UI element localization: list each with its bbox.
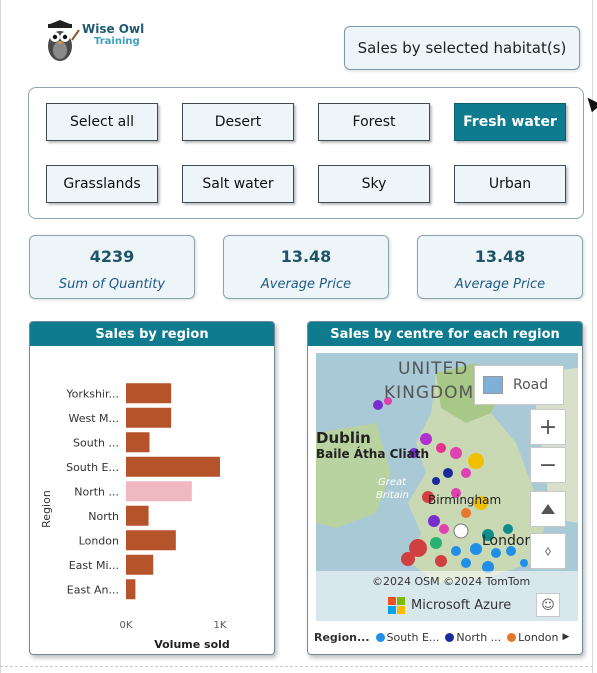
legend-label-north[interactable]: North ... (456, 631, 501, 644)
map-place-label-great: Great (378, 477, 407, 488)
sales-by-centre-map-panel: Sales by centre for each region UNITED K… (307, 321, 583, 655)
road-map-icon (483, 376, 503, 394)
bar-category-label: Yorkshir... (65, 387, 119, 400)
legend-dot-north (445, 632, 455, 642)
bar-category-label: West M... (68, 412, 119, 425)
panel-title: Sales by centre for each region (308, 322, 582, 346)
road-style-button[interactable]: Road (474, 365, 564, 405)
bar-0[interactable] (126, 383, 172, 404)
legend-title: Region... (314, 630, 370, 644)
bar-1[interactable] (126, 407, 172, 428)
slicer-button-urban[interactable]: Urban (454, 165, 566, 203)
owl-icon (48, 20, 80, 61)
map-view[interactable]: UNITED KINGDOM Dublin Baile Átha Cliath … (316, 353, 578, 621)
bar-8[interactable] (126, 579, 136, 600)
bar-5[interactable] (126, 505, 149, 526)
smiley-icon: ☺ (541, 597, 555, 613)
microsoft-azure-logo: Microsoft Azure (388, 597, 511, 614)
kpi-card-sum-quantity: 4239 Sum of Quantity (29, 235, 195, 299)
slicer-button-fresh-water[interactable]: Fresh water (454, 103, 566, 141)
pitch-icon (541, 504, 555, 514)
mouse-pointer-icon (582, 93, 597, 113)
bar-category-label: London (79, 534, 119, 547)
kpi-label: Sum of Quantity (58, 277, 166, 292)
slicer-button-forest[interactable]: Forest (318, 103, 430, 141)
legend-dot-south-east (375, 632, 385, 642)
map-place-label-birmingham: Birmingham (428, 493, 502, 507)
slicer-button-grasslands[interactable]: Grasslands (46, 165, 158, 203)
wise-owl-logo: Wise Owl Training (44, 20, 154, 66)
legend-label-south-east[interactable]: South E... (387, 631, 440, 644)
sales-by-region-chart: Region Volume sold Yorkshir... West M... S… (40, 383, 230, 651)
slicer-button-desert[interactable]: Desert (182, 103, 294, 141)
bar-category-label: East An... (67, 583, 119, 596)
kpi-label: Average Price (260, 277, 352, 292)
bar-6[interactable] (126, 530, 176, 551)
map-place-label-united: UNITED (398, 359, 469, 379)
zoom-in-button[interactable]: + (530, 409, 566, 445)
compass-icon: ⬨ (544, 543, 552, 559)
kpi-card-average-price: 13.48 Average Price (223, 235, 389, 299)
map-attribution: ©2024 OSM ©2024 TomTom Microsoft Azure ☺ (316, 571, 578, 621)
logo-text-sub: Training (94, 36, 140, 47)
slicer-button-salt-water[interactable]: Salt water (182, 165, 294, 203)
kpi-value: 4239 (89, 247, 135, 266)
kpi-card-average-price-2: 13.48 Average Price (417, 235, 583, 299)
map-place-label-kingdom: KINGDOM (384, 383, 475, 403)
legend-dot-london (507, 632, 517, 642)
zoom-out-button[interactable]: − (530, 447, 566, 483)
map-legend: Region... South E... North ... London ▶ (314, 628, 578, 646)
legend-label-london[interactable]: London (518, 631, 558, 644)
microsoft-logo-icon (388, 597, 405, 614)
bar-2[interactable] (126, 432, 150, 453)
kpi-value: 13.48 (474, 247, 526, 266)
bar-category-label: South ... (73, 436, 119, 449)
sales-by-habitat-title-button[interactable]: Sales by selected habitat(s) (344, 26, 580, 70)
kpi-value: 13.48 (280, 247, 332, 266)
bar-category-label: North (88, 510, 119, 523)
x-tick-label: 1K (214, 620, 227, 631)
feedback-smiley-button[interactable]: ☺ (536, 593, 560, 617)
y-axis-title: Region (40, 490, 53, 528)
frame-bottom-border (0, 666, 593, 667)
panel-title: Sales by region (30, 322, 274, 346)
x-tick-label: 0K (120, 620, 133, 631)
map-place-label-britain: Britain (376, 490, 409, 501)
azure-brand-text: Microsoft Azure (411, 598, 512, 613)
compass-button[interactable]: ⬨ (530, 533, 566, 569)
map-place-label-baile-atha-cliath: Baile Átha Cliath (316, 447, 430, 461)
road-style-label: Road (513, 377, 549, 393)
kpi-label: Average Price (454, 277, 546, 292)
logo-text-brand: Wise Owl (82, 22, 145, 36)
bar-category-label: North ... (74, 485, 119, 498)
map-place-label-london: London (482, 533, 534, 549)
sales-by-region-panel: Sales by region Region Volume sold Yorks… (29, 321, 275, 655)
habitat-slicer: Select all Desert Forest Fresh water Gra… (28, 87, 584, 219)
bar-7[interactable] (126, 554, 154, 575)
map-place-label-dublin: Dublin (316, 429, 371, 447)
bar-category-label: South E... (66, 461, 119, 474)
x-axis-title: Volume sold (154, 638, 230, 651)
legend-next-arrow-icon[interactable]: ▶ (563, 632, 570, 642)
slicer-button-sky[interactable]: Sky (318, 165, 430, 203)
pitch-button[interactable] (530, 491, 566, 527)
bar-3[interactable] (126, 456, 220, 477)
frame-left-border (0, 0, 1, 673)
map-copyright: ©2024 OSM ©2024 TomTom (372, 575, 531, 588)
bar-category-label: East Mi... (69, 559, 119, 572)
report-canvas: Wise Owl Training Sales by selected habi… (0, 0, 597, 673)
bar-4[interactable] (126, 481, 192, 502)
slicer-button-select-all[interactable]: Select all (46, 103, 158, 141)
